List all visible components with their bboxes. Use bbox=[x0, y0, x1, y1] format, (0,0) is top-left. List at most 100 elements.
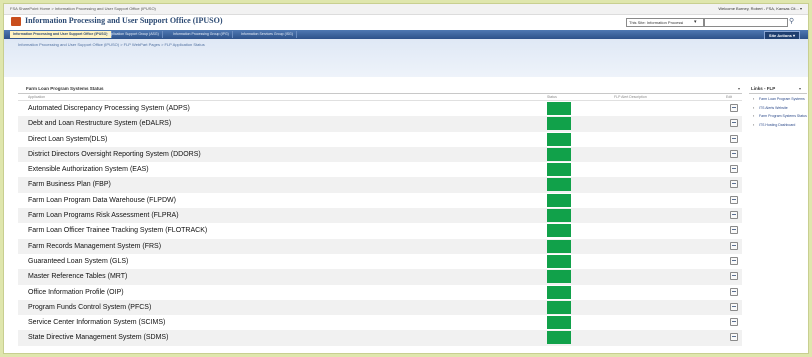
bullet-icon: ▪ bbox=[753, 105, 755, 110]
edit-item-icon[interactable] bbox=[730, 149, 738, 158]
top-nav-bar: Information Processing and User Support … bbox=[4, 30, 808, 40]
bullet-icon: ▪ bbox=[753, 114, 755, 118]
search-icon[interactable]: ⚲ bbox=[789, 17, 794, 25]
system-name: Farm Loan Programs Risk Assessment (FLPR… bbox=[28, 212, 179, 220]
status-indicator bbox=[547, 224, 571, 238]
status-indicator bbox=[547, 209, 571, 223]
webpart-header: Farm Loan Program Systems Status ▾ bbox=[18, 84, 742, 94]
list-item: ▪ ITS Alerts Website bbox=[749, 106, 807, 111]
status-indicator bbox=[547, 178, 571, 192]
links-webpart-header: Links - FLP ▾ bbox=[749, 84, 807, 94]
edit-item-icon[interactable] bbox=[730, 318, 738, 327]
system-name: Master Reference Tables (MRT) bbox=[28, 273, 128, 281]
status-indicator bbox=[547, 117, 571, 131]
global-breadcrumb[interactable]: FSA SharePoint Home > Information Proces… bbox=[10, 4, 156, 14]
edit-item-icon[interactable] bbox=[730, 134, 738, 143]
bullet-icon: ▪ bbox=[753, 122, 755, 127]
welcome-menu[interactable]: Welcome Burney, Robert - FSA, Kansas Cit… bbox=[718, 4, 802, 14]
system-name: Farm Loan Officer Trainee Tracking Syste… bbox=[28, 227, 208, 235]
system-name: District Directors Oversight Reporting S… bbox=[28, 150, 201, 158]
status-indicator bbox=[547, 239, 571, 253]
system-name: State Directive Management System (SDMS) bbox=[28, 334, 169, 342]
edit-item-icon[interactable] bbox=[730, 241, 738, 250]
system-name: Extensible Authorization System (EAS) bbox=[28, 166, 149, 174]
global-breadcrumb-bar: FSA SharePoint Home > Information Proces… bbox=[4, 4, 808, 15]
status-indicator bbox=[547, 163, 571, 177]
system-name: Service Center Information System (SCIMS… bbox=[28, 319, 166, 327]
tab-2[interactable]: Application Support Group (ASG) bbox=[104, 31, 163, 38]
links-webpart: Links - FLP ▾ ▪ Farm Loan Program Systems… bbox=[749, 84, 807, 131]
link-item[interactable]: ITS Hosting Dashboard bbox=[759, 123, 795, 127]
system-name: Farm Loan Program Data Warehouse (FLPDW) bbox=[28, 196, 176, 204]
table-row: Automated Discrepancy Processing System … bbox=[18, 101, 742, 116]
table-row: Farm Business Plan (FBP) bbox=[18, 177, 742, 193]
edit-item-icon[interactable] bbox=[730, 302, 738, 311]
list-item: ▪ Farm Program Systems Status bbox=[749, 114, 807, 119]
webpart-title[interactable]: Farm Loan Program Systems Status bbox=[26, 84, 104, 93]
column-header-edit: Edit bbox=[726, 95, 733, 99]
system-name: Debt and Loan Restructure System (eDALRS… bbox=[28, 120, 172, 128]
status-indicator bbox=[547, 147, 571, 161]
tab-1[interactable]: Information Processing and User Support … bbox=[10, 31, 112, 38]
site-title[interactable]: Information Processing and User Support … bbox=[25, 16, 222, 25]
edit-item-icon[interactable] bbox=[730, 272, 738, 281]
edit-item-icon[interactable] bbox=[730, 119, 738, 128]
system-name: Guaranteed Loan System (GLS) bbox=[28, 257, 129, 265]
link-item[interactable]: ITS Alerts Website bbox=[759, 106, 788, 110]
table-row: Farm Records Management System (FRS) bbox=[18, 238, 742, 254]
chevron-down-icon[interactable]: ▾ bbox=[694, 18, 697, 27]
link-item[interactable]: Farm Program Systems Status bbox=[759, 114, 807, 118]
table-row: Farm Loan Programs Risk Assessment (FLPR… bbox=[18, 208, 742, 224]
table-row: Farm Loan Program Data Warehouse (FLPDW) bbox=[18, 193, 742, 208]
edit-item-icon[interactable] bbox=[730, 195, 738, 204]
status-indicator bbox=[547, 331, 571, 345]
edit-item-icon[interactable] bbox=[730, 104, 738, 112]
list-item: ▪ Farm Loan Program Systems bbox=[749, 97, 807, 102]
edit-item-icon[interactable] bbox=[730, 211, 738, 220]
site-title-bar: Information Processing and User Support … bbox=[4, 15, 808, 29]
page-header: Information Processing and User Support … bbox=[4, 39, 808, 77]
system-name: Program Funds Control System (PFCS) bbox=[28, 303, 152, 311]
links-list: ▪ Farm Loan Program Systems ▪ ITS Alerts We… bbox=[749, 97, 807, 127]
column-header-application[interactable]: Application bbox=[28, 94, 45, 100]
links-webpart-title[interactable]: Links - FLP bbox=[751, 86, 775, 91]
search-input[interactable] bbox=[704, 18, 788, 27]
system-name: Direct Loan System(DLS) bbox=[28, 135, 108, 143]
webpart-menu-icon[interactable]: ▾ bbox=[738, 84, 740, 93]
edit-item-icon[interactable] bbox=[730, 287, 738, 296]
bullet-icon: ▪ bbox=[753, 97, 755, 101]
edit-item-icon[interactable] bbox=[730, 180, 738, 189]
table-row: Extensible Authorization System (EAS) bbox=[18, 162, 742, 177]
system-name: Farm Records Management System (FRS) bbox=[28, 242, 162, 250]
system-name: Farm Business Plan (FBP) bbox=[28, 181, 111, 189]
browser-page: FSA SharePoint Home > Information Proces… bbox=[3, 3, 809, 354]
breadcrumb[interactable]: Information Processing and User Support … bbox=[18, 42, 205, 47]
links-webpart-menu-icon[interactable]: ▾ bbox=[799, 84, 801, 93]
column-header-alert[interactable]: FLP Alert Description bbox=[614, 94, 647, 100]
search-scope-select[interactable]: This Site: Information Processi bbox=[626, 18, 704, 27]
status-indicator bbox=[547, 300, 571, 314]
edit-item-icon[interactable] bbox=[730, 256, 738, 265]
edit-item-icon[interactable] bbox=[730, 165, 738, 174]
table-row: Farm Loan Officer Trainee Tracking Syste… bbox=[18, 223, 742, 238]
system-name: Automated Discrepancy Processing System … bbox=[28, 105, 190, 112]
edit-item-icon[interactable] bbox=[730, 226, 738, 235]
status-indicator bbox=[547, 316, 571, 330]
table-row: Office Information Profile (OIP) bbox=[18, 285, 742, 300]
table-row: Guaranteed Loan System (GLS) bbox=[18, 254, 742, 269]
site-logo-icon bbox=[11, 17, 21, 26]
tab-4[interactable]: Information Services Group (ISG) bbox=[238, 31, 297, 38]
status-indicator bbox=[547, 285, 571, 299]
status-indicator bbox=[547, 132, 571, 146]
column-header-status[interactable]: Status bbox=[547, 94, 557, 100]
tab-3[interactable]: Information Processing Group (IPG) bbox=[170, 31, 233, 38]
edit-item-icon[interactable] bbox=[730, 333, 738, 342]
column-headers: Application Status FLP Alert Description… bbox=[18, 94, 742, 101]
page-content: Farm Loan Program Systems Status ▾ Appli… bbox=[4, 77, 808, 353]
table-row: State Directive Management System (SDMS) bbox=[18, 330, 742, 346]
link-item[interactable]: Farm Loan Program Systems bbox=[759, 97, 805, 101]
systems-status-webpart: Farm Loan Program Systems Status ▾ Appli… bbox=[18, 84, 742, 346]
table-row: Service Center Information System (SCIMS… bbox=[18, 315, 742, 330]
status-indicator bbox=[547, 270, 571, 284]
status-indicator bbox=[547, 193, 571, 207]
